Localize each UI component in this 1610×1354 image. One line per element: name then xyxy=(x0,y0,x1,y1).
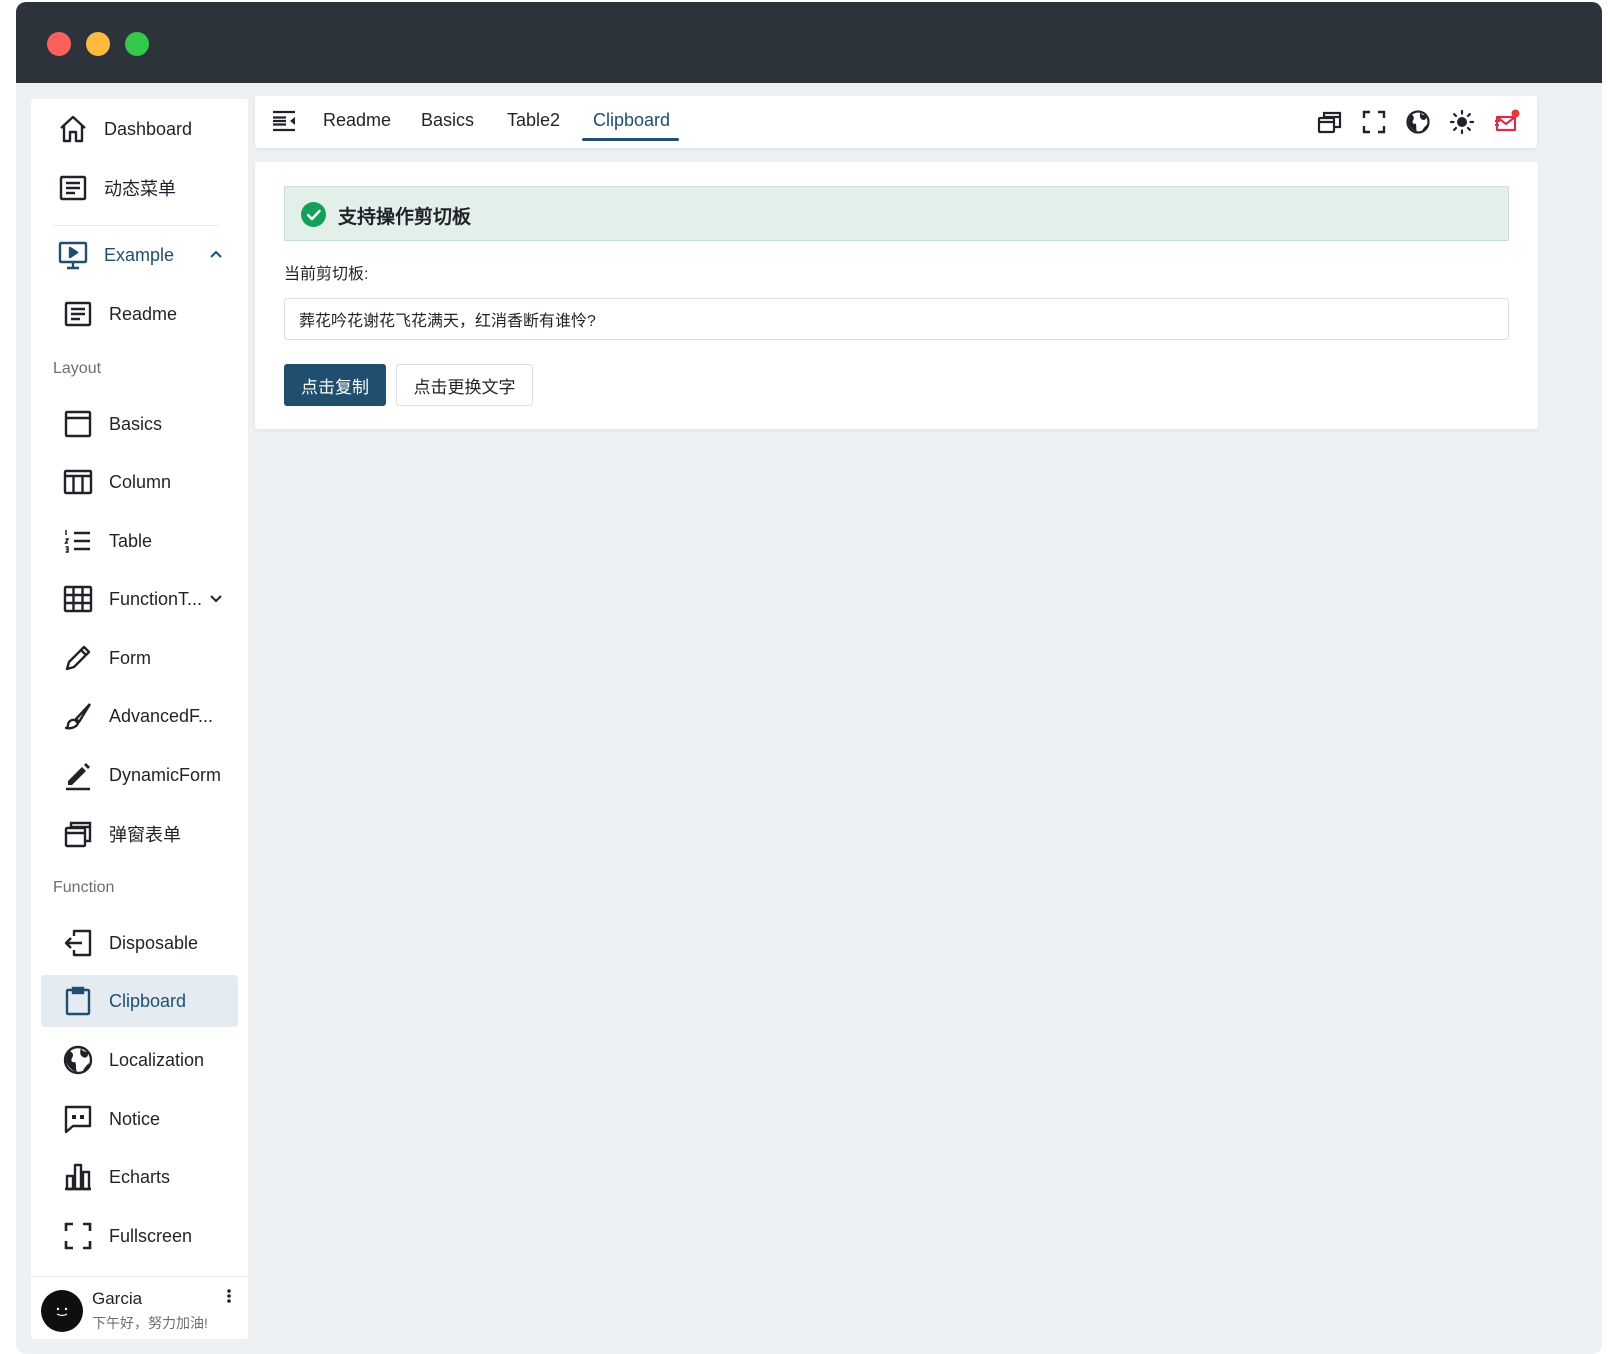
sidebar-item-dynamic-form[interactable]: DynamicForm xyxy=(41,749,238,801)
sidebar-item-label: Clipboard xyxy=(109,990,187,1011)
edit-icon xyxy=(61,758,95,792)
sidebar-item-label: Table xyxy=(109,530,153,551)
sidebar-item-label: Notice xyxy=(109,1108,161,1129)
fullscreen-icon[interactable] xyxy=(1361,109,1387,135)
avatar[interactable] xyxy=(41,1290,83,1332)
top-bar: Readme Basics Table2 Clipboard xyxy=(255,96,1537,148)
globe-icon[interactable] xyxy=(1405,109,1431,135)
mail-icon[interactable] xyxy=(1494,109,1520,135)
sidebar-item-label: DynamicForm xyxy=(109,764,222,785)
numbered-list-icon xyxy=(61,524,95,558)
sidebar-item-label: Localization xyxy=(109,1049,205,1070)
sidebar-item-readme[interactable]: Readme xyxy=(41,288,238,340)
copy-button[interactable]: 点击复制 xyxy=(284,364,386,406)
tab-table2[interactable]: Table2 xyxy=(507,110,560,131)
sidebar-item-dashboard[interactable]: Dashboard xyxy=(41,103,238,155)
change-text-button[interactable]: 点击更换文字 xyxy=(396,364,533,406)
sidebar-item-label: Echarts xyxy=(109,1166,171,1187)
active-tab-indicator xyxy=(582,138,679,141)
sidebar-item-label: Column xyxy=(109,471,172,492)
sidebar-item-dynamic-menu[interactable]: 动态菜单 xyxy=(41,162,238,214)
sidebar-item-label: Readme xyxy=(109,303,178,324)
zoom-window-button[interactable] xyxy=(125,32,149,56)
windows-icon[interactable] xyxy=(1317,109,1343,135)
document-icon xyxy=(61,297,95,331)
sidebar-item-label: Disposable xyxy=(109,932,199,953)
clipboard-input[interactable] xyxy=(284,298,1509,340)
sidebar-item-label: Fullscreen xyxy=(109,1225,193,1246)
avatar-face-icon xyxy=(56,1307,68,1317)
tab-readme[interactable]: Readme xyxy=(323,110,391,131)
fullscreen-icon xyxy=(61,1219,95,1253)
globe-icon xyxy=(61,1043,95,1077)
clipboard-icon xyxy=(61,984,95,1018)
presentation-icon xyxy=(56,238,90,272)
more-vertical-icon[interactable] xyxy=(224,1287,234,1307)
sidebar-item-basics[interactable]: Basics xyxy=(41,398,238,450)
message-icon xyxy=(61,1102,95,1136)
user-panel: Garcia 下午好，努力加油! xyxy=(31,1276,248,1339)
sidebar-item-advanced-form[interactable]: AdvancedF... xyxy=(41,690,238,742)
sidebar-item-modal-form[interactable]: 弹窗表单 xyxy=(41,808,238,860)
sidebar-item-label: AdvancedF... xyxy=(109,705,214,726)
sidebar-item-label: Dashboard xyxy=(104,118,193,139)
sidebar-item-example[interactable]: Example xyxy=(41,229,238,281)
sidebar-item-localization[interactable]: Localization xyxy=(41,1034,238,1086)
sidebar-item-label: Form xyxy=(109,647,151,668)
windows-icon xyxy=(61,817,95,851)
user-greeting: 下午好，努力加油! xyxy=(92,1315,208,1331)
close-window-button[interactable] xyxy=(47,32,71,56)
home-icon xyxy=(56,112,90,146)
sidebar-item-notice[interactable]: Notice xyxy=(41,1093,238,1145)
sidebar-item-label: 动态菜单 xyxy=(104,179,176,199)
sidebar-item-function-table[interactable]: FunctionT... xyxy=(41,573,238,625)
section-label-function: Function xyxy=(53,879,115,896)
document-icon xyxy=(56,171,90,205)
chevron-up-icon[interactable] xyxy=(208,246,224,262)
bar-chart-icon xyxy=(61,1160,95,1194)
clipboard-card: 支持操作剪切板 当前剪切板: 点击复制 点击更换文字 xyxy=(255,162,1538,429)
clipboard-label: 当前剪切板: xyxy=(284,266,369,283)
sidebar-item-clipboard[interactable]: Clipboard xyxy=(41,975,238,1027)
menu-fold-icon[interactable] xyxy=(271,108,297,134)
brush-icon xyxy=(61,699,95,733)
sidebar-item-form[interactable]: Form xyxy=(41,632,238,684)
tab-clipboard[interactable]: Clipboard xyxy=(593,110,670,131)
alert-message: 支持操作剪切板 xyxy=(338,207,472,228)
pencil-icon xyxy=(61,641,95,675)
minimize-window-button[interactable] xyxy=(86,32,110,56)
success-alert: 支持操作剪切板 xyxy=(284,186,1509,241)
sidebar-item-label: Basics xyxy=(109,413,163,434)
sidebar-divider xyxy=(53,225,218,226)
user-name: Garcia xyxy=(92,1289,143,1308)
app-window: Dashboard 动态菜单 Example Readme Layout Bas… xyxy=(16,2,1602,1354)
sun-icon[interactable] xyxy=(1449,109,1475,135)
grid-icon xyxy=(61,582,95,616)
sidebar-item-label: FunctionT... xyxy=(109,588,203,609)
sidebar-item-table[interactable]: Table xyxy=(41,515,238,567)
sidebar-item-echarts[interactable]: Echarts xyxy=(41,1151,238,1203)
columns-icon xyxy=(61,465,95,499)
sidebar-item-disposable[interactable]: Disposable xyxy=(41,917,238,969)
sidebar-item-label: Example xyxy=(104,244,175,265)
sidebar: Dashboard 动态菜单 Example Readme Layout Bas… xyxy=(31,99,248,1339)
chevron-down-icon[interactable] xyxy=(208,590,224,606)
window-titlebar xyxy=(16,2,1602,83)
section-label-layout: Layout xyxy=(53,360,102,377)
sidebar-item-column[interactable]: Column xyxy=(41,456,238,508)
sidebar-item-label: 弹窗表单 xyxy=(109,825,181,845)
tab-basics[interactable]: Basics xyxy=(421,110,474,131)
check-circle-icon xyxy=(301,202,326,227)
sidebar-menu[interactable]: Dashboard 动态菜单 Example Readme Layout Bas… xyxy=(31,99,248,1276)
logout-icon xyxy=(61,926,95,960)
sidebar-item-fullscreen[interactable]: Fullscreen xyxy=(41,1210,238,1262)
window-icon xyxy=(61,407,95,441)
